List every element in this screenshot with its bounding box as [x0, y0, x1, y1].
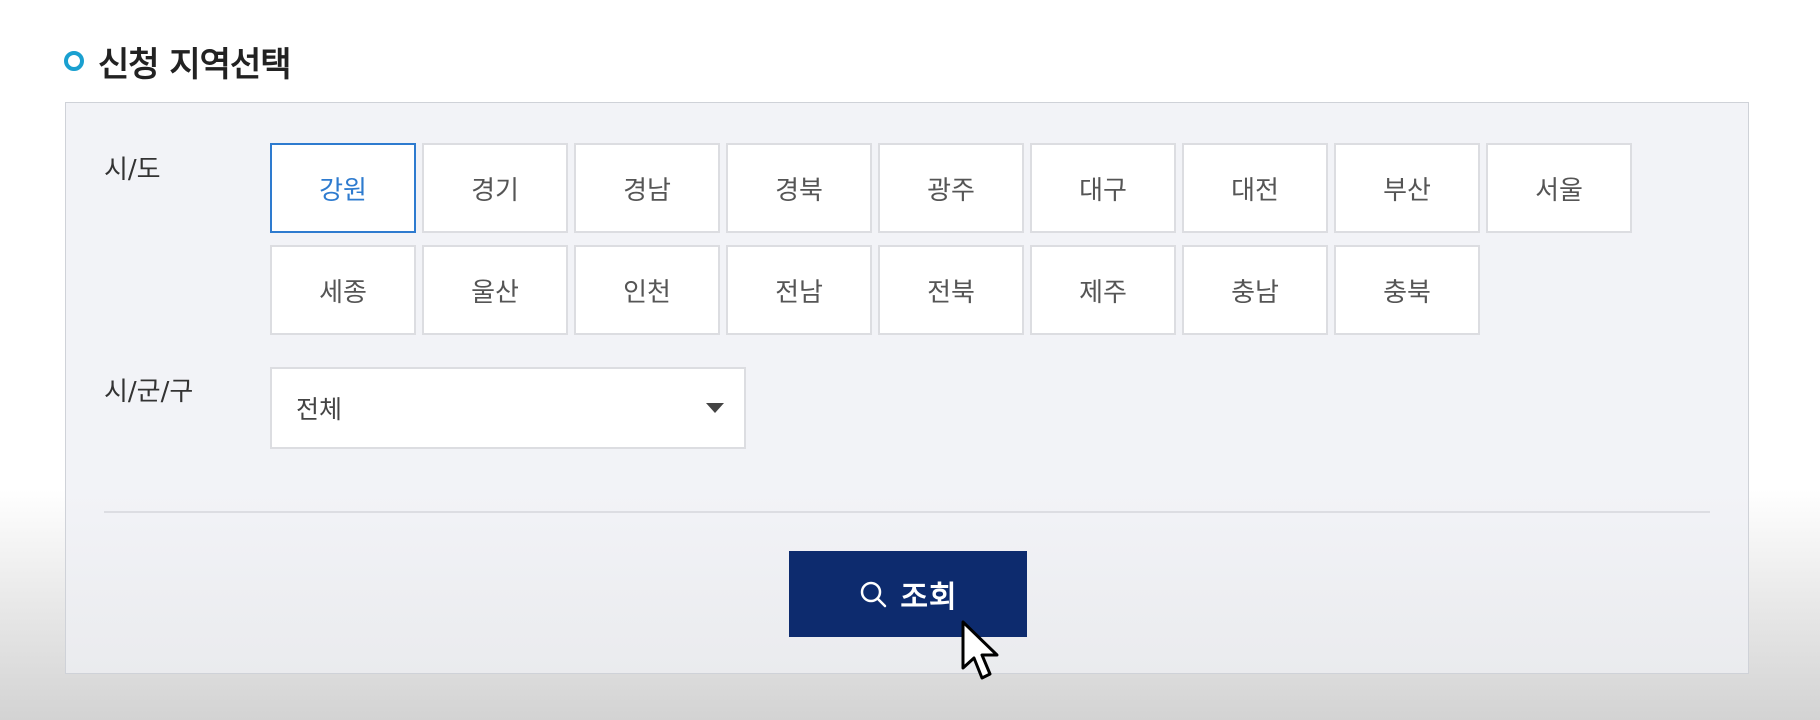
region-button[interactable]: 대전 — [1182, 143, 1328, 233]
section-title: 신청 지역선택 — [98, 44, 292, 85]
region-button[interactable]: 충북 — [1334, 245, 1480, 335]
region-button[interactable]: 강원 — [270, 143, 416, 233]
region-button[interactable]: 충남 — [1182, 245, 1328, 335]
sigungu-select[interactable]: 전체 — [270, 367, 746, 449]
region-button[interactable]: 울산 — [422, 245, 568, 335]
sigungu-label: 시/군/구 — [104, 377, 194, 407]
region-button[interactable]: 경남 — [574, 143, 720, 233]
region-button[interactable]: 인천 — [574, 245, 720, 335]
region-button[interactable]: 서울 — [1486, 143, 1632, 233]
divider — [104, 511, 1710, 513]
search-button-label: 조회 — [900, 580, 958, 615]
bullet-circle-icon — [64, 51, 84, 71]
region-button[interactable]: 부산 — [1334, 143, 1480, 233]
section-header: 신청 지역선택 — [64, 36, 292, 86]
region-select-panel: 시/도 강원 경기 경남 경북 광주 대구 대전 부산 서울세종 울산 인천 전남 전북 제주 충남 충북 시… — [65, 102, 1749, 674]
region-button[interactable]: 대구 — [1030, 143, 1176, 233]
region-button[interactable]: 광주 — [878, 143, 1024, 233]
search-icon — [861, 581, 887, 608]
sido-label: 시/도 — [104, 155, 161, 185]
mouse-pointer-icon — [961, 620, 999, 680]
region-button[interactable]: 세종 — [270, 245, 416, 335]
region-button[interactable]: 경북 — [726, 143, 872, 233]
sigungu-select-value: 전체 — [296, 395, 343, 424]
region-button[interactable]: 경기 — [422, 143, 568, 233]
region-button[interactable]: 제주 — [1030, 245, 1176, 335]
sido-button-grid: 강원 경기 경남 경북 광주 대구 대전 부산 서울세종 울산 인천 전남 전북 제주 충남 충북 — [270, 143, 1632, 335]
region-button[interactable]: 전북 — [878, 245, 1024, 335]
region-button[interactable]: 전남 — [726, 245, 872, 335]
caret-down-icon — [706, 403, 724, 413]
